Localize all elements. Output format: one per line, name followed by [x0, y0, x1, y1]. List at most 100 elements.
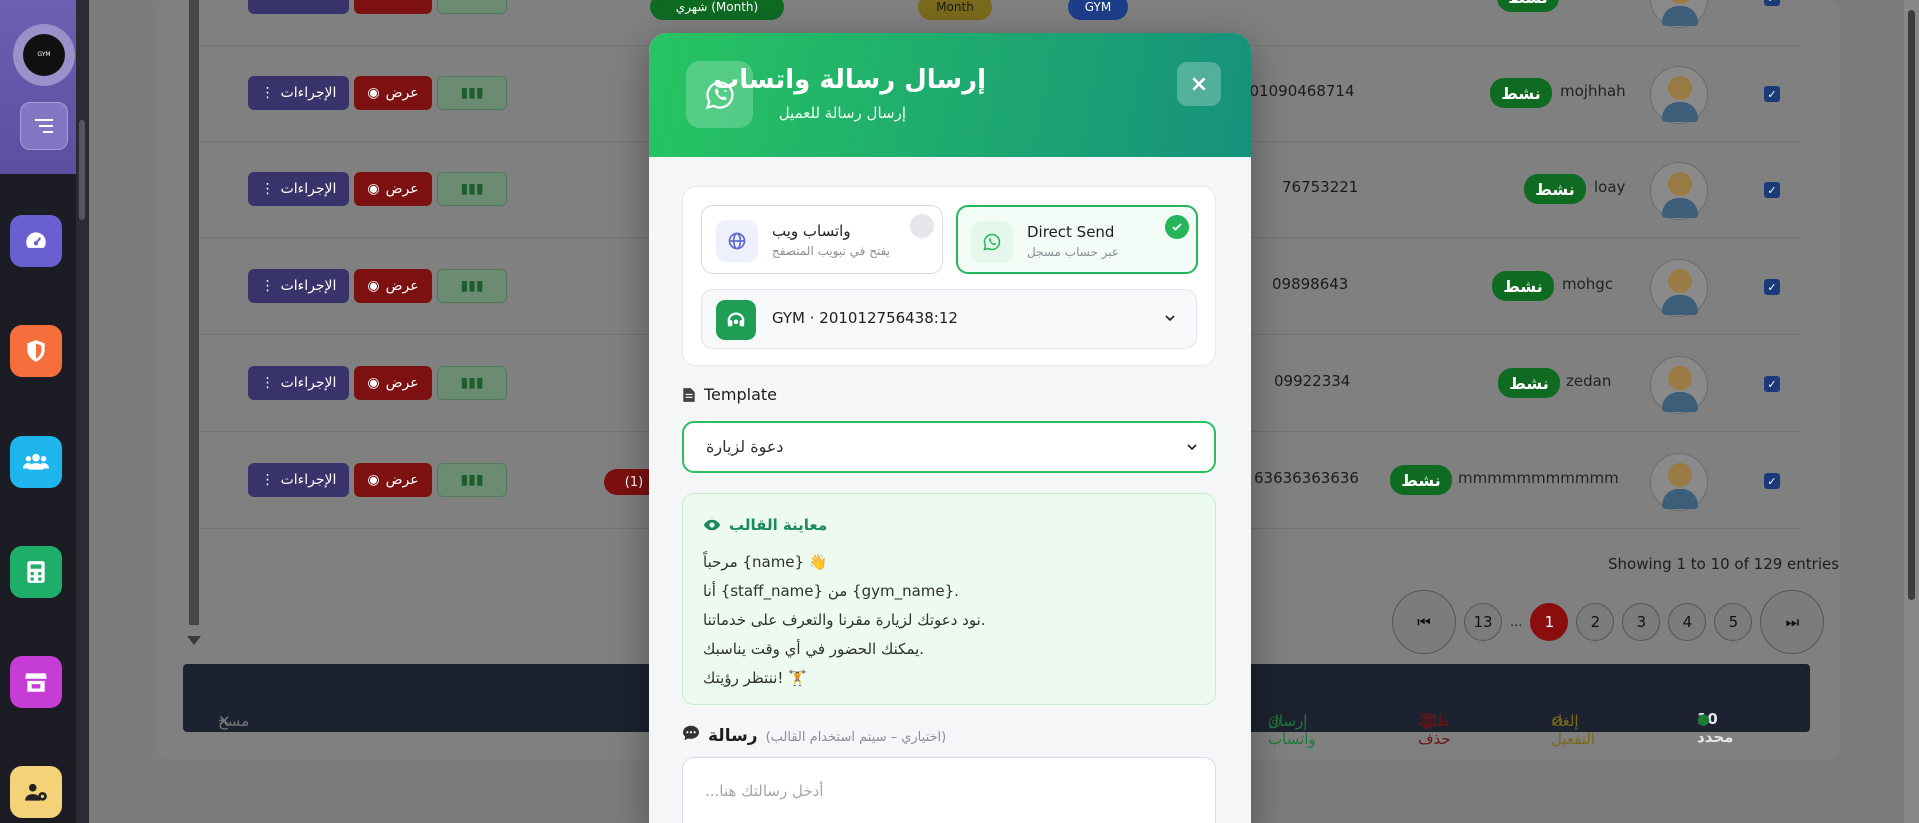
users-icon: [23, 453, 49, 470]
row-procs-button[interactable]: ⋮ الإجراءات: [248, 269, 349, 303]
nav-store-button[interactable]: [10, 656, 62, 708]
row-procs-button[interactable]: [248, 0, 349, 14]
row-whatsapp-button[interactable]: [437, 0, 507, 14]
entries-info: Showing 1 to 10 of 129 entries: [1608, 555, 1840, 573]
clear-label: مسح: [218, 712, 250, 730]
table-scrollbar[interactable]: [187, 0, 201, 645]
preview-body: مرحباً {name} 👋 أنا {staff_name} من {gym…: [703, 548, 986, 693]
row-view-button[interactable]: ◉ عرض: [354, 172, 432, 206]
sidebar: GYM: [0, 0, 89, 823]
message-hint: (اختياري – سيتم استخدام القالب): [765, 730, 947, 745]
chevron-down-icon: [1165, 315, 1175, 322]
row-procs-button[interactable]: ⋮ الإجراءات: [248, 463, 349, 497]
template-select[interactable]: دعوة لزيارة: [682, 421, 1216, 473]
menu-toggle-button[interactable]: [20, 102, 68, 150]
message-textarea[interactable]: أدخل رسالتك هنا...: [682, 757, 1216, 823]
nav-members-button[interactable]: [10, 436, 62, 488]
page-scrollbar[interactable]: [1904, 0, 1919, 823]
row-whatsapp-button[interactable]: ▮▮▮: [437, 76, 507, 110]
message-placeholder: أدخل رسالتك هنا...: [705, 782, 824, 800]
status-badge: نشط: [1498, 368, 1560, 398]
row-phone: 09922334: [1274, 372, 1351, 390]
mode-direct-title: Direct Send: [1027, 223, 1115, 241]
row-username: loay: [1594, 178, 1626, 196]
whatsapp-icon: [971, 221, 1013, 263]
sidebar-scroll-thumb[interactable]: [79, 120, 85, 220]
row-actions: ⋮ الإجراءات ◉ عرض ▮▮▮: [248, 76, 507, 110]
nav-calculator-button[interactable]: [10, 546, 62, 598]
page-first-button[interactable]: ⏮: [1392, 590, 1456, 654]
row-view-label: عرض: [385, 181, 419, 197]
template-label: Template: [682, 385, 777, 404]
avatar: [1650, 453, 1708, 511]
template-select-value: دعوة لزيارة: [706, 437, 784, 456]
dashboard-icon: [26, 232, 46, 248]
row-view-button[interactable]: [354, 0, 432, 14]
row-whatsapp-button[interactable]: ▮▮▮: [437, 366, 507, 400]
chevron-down-icon: [1187, 444, 1197, 451]
row-procs-label: الإجراءات: [280, 278, 337, 294]
row-phone: 63636363636: [1254, 469, 1359, 487]
nav-staff-settings-button[interactable]: [10, 766, 62, 818]
page-scroll-thumb[interactable]: [1908, 10, 1915, 600]
page-button[interactable]: 2: [1576, 603, 1615, 641]
row-actions: ⋮ الإجراءات ◉ عرض ▮▮▮: [248, 269, 507, 303]
barcode-icon: ▮▮▮: [460, 375, 484, 391]
comment-icon: [683, 725, 699, 741]
mode-direct-check-icon[interactable]: [1165, 215, 1189, 239]
page-button-active[interactable]: 1: [1530, 603, 1569, 641]
kebab-icon: ⋮: [260, 278, 275, 294]
row-view-label: عرض: [385, 85, 419, 101]
page-last-button[interactable]: ⏭: [1760, 590, 1825, 654]
message-label-text: رسالة: [708, 726, 758, 746]
row-whatsapp-button[interactable]: ▮▮▮: [437, 463, 507, 497]
preview-line: مرحباً {name} 👋: [703, 553, 828, 571]
headset-icon: [716, 300, 756, 340]
row-checkbox[interactable]: ✓: [1764, 473, 1780, 489]
eye-icon: ◉: [367, 181, 380, 197]
row-procs-label: الإجراءات: [280, 85, 337, 101]
menu-icon: [35, 119, 53, 133]
page-button[interactable]: 3: [1622, 603, 1661, 641]
modal-title: إرسال رسالة واتساب: [713, 65, 986, 95]
row-whatsapp-button[interactable]: ▮▮▮: [437, 172, 507, 206]
mode-web-radio[interactable]: [910, 214, 934, 238]
globe-icon: [716, 220, 758, 262]
modal-close-button[interactable]: ×: [1177, 62, 1221, 106]
row-checkbox[interactable]: ✓: [1764, 182, 1780, 198]
nav-security-button[interactable]: [10, 325, 62, 377]
mode-direct-subtitle: عبر حساب مسجل: [1027, 245, 1120, 259]
row-whatsapp-button[interactable]: ▮▮▮: [437, 269, 507, 303]
status-badge: نشط: [1390, 465, 1452, 495]
mode-whatsapp-web-card[interactable]: واتساب ويب يفتح في تبويب المتصفح: [701, 205, 943, 274]
preview-line: نود دعوتك لزيارة مقرنا والتعرف على خدمات…: [703, 611, 986, 629]
row-view-button[interactable]: ◉ عرض: [354, 366, 432, 400]
row-procs-button[interactable]: ⋮ الإجراءات: [248, 172, 349, 206]
modal-subtitle: إرسال رسالة للعميل: [778, 104, 906, 122]
page-button[interactable]: 13: [1464, 603, 1502, 641]
row-view-button[interactable]: ◉ عرض: [354, 463, 432, 497]
sidebar-scrollbar[interactable]: [76, 0, 89, 823]
page-button[interactable]: 4: [1668, 603, 1707, 641]
row-checkbox[interactable]: ✓: [1764, 279, 1780, 295]
row-procs-button[interactable]: ⋮ الإجراءات: [248, 366, 349, 400]
page-button[interactable]: 5: [1714, 603, 1753, 641]
row-checkbox[interactable]: ✓: [1764, 86, 1780, 102]
preview-title-text: معاينة القالب: [729, 516, 828, 534]
eye-icon: ◉: [367, 375, 380, 391]
preview-line: يمكنك الحضور في أي وقت يناسبك.: [703, 640, 925, 658]
row-username: mohgc: [1562, 275, 1614, 293]
account-select[interactable]: GYM · 201012756438:12: [701, 289, 1197, 349]
row-view-button[interactable]: ◉ عرض: [354, 76, 432, 110]
row-username: zedan: [1566, 372, 1612, 390]
eye-icon: [703, 519, 721, 531]
gym-logo[interactable]: GYM: [13, 24, 75, 86]
row-procs-button[interactable]: ⋮ الإجراءات: [248, 76, 349, 110]
mode-direct-send-card[interactable]: Direct Send عبر حساب مسجل: [956, 205, 1198, 274]
row-checkbox[interactable]: ✓: [1764, 376, 1780, 392]
row-view-label: عرض: [385, 278, 419, 294]
row-actions: ⋮ الإجراءات ◉ عرض ▮▮▮: [248, 463, 507, 497]
row-view-button[interactable]: ◉ عرض: [354, 269, 432, 303]
nav-dashboard-button[interactable]: [10, 215, 62, 267]
row-checkbox[interactable]: ✓: [1764, 0, 1780, 6]
